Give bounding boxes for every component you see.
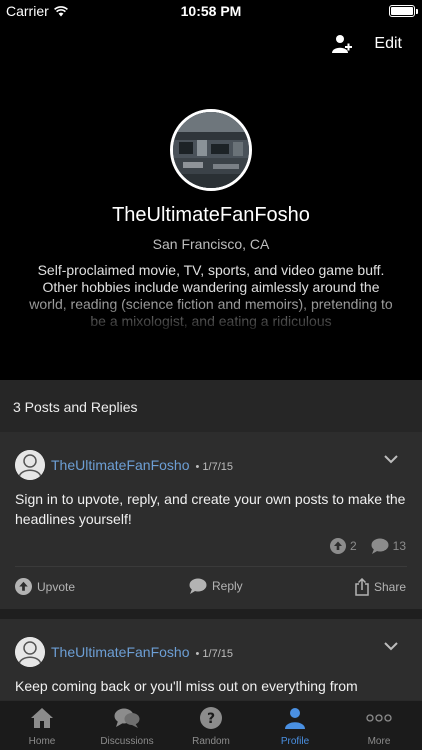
chat-bubbles-icon xyxy=(114,708,140,728)
tab-more[interactable]: More xyxy=(337,701,421,750)
tab-profile-label: Profile xyxy=(280,736,310,747)
avatar[interactable] xyxy=(15,450,45,480)
reply-icon xyxy=(189,578,207,594)
tab-discussions[interactable]: Discussions xyxy=(85,701,169,750)
posts-count-label: 3 Posts and Replies xyxy=(13,399,138,415)
home-icon xyxy=(31,708,53,728)
profile-location: San Francisco, CA xyxy=(152,236,270,252)
default-avatar-icon xyxy=(15,637,45,667)
upvote-count: 2 xyxy=(349,539,357,553)
avatar[interactable] xyxy=(15,637,45,667)
tab-home-label: Home xyxy=(28,736,56,747)
post-author-link[interactable]: TheUltimateFanFosho xyxy=(51,644,190,660)
share-label: Share xyxy=(373,580,406,594)
divider xyxy=(15,566,407,567)
edit-button[interactable]: Edit xyxy=(374,35,402,53)
tab-random[interactable]: ? Random xyxy=(169,701,253,750)
question-icon: ? xyxy=(200,707,222,729)
share-button[interactable]: Share xyxy=(355,578,406,596)
post-stats: 2 13 xyxy=(329,538,406,554)
tab-discussions-label: Discussions xyxy=(100,736,154,747)
post-header: TheUltimateFanFosho • 1/7/15 xyxy=(15,637,233,667)
comment-count: 13 xyxy=(392,539,406,553)
profile-header: Edit TheUltimateFanFosho San Francisco, … xyxy=(0,22,422,380)
post-card[interactable]: TheUltimateFanFosho • 1/7/15 Sign in to … xyxy=(0,432,422,609)
upvote-button[interactable]: Upvote xyxy=(15,578,75,595)
chevron-down-icon[interactable] xyxy=(384,641,398,651)
profile-bio: Self-proclaimed movie, TV, sports, and v… xyxy=(29,262,393,329)
upvote-count-icon xyxy=(329,538,346,554)
svg-text:?: ? xyxy=(207,711,215,727)
profile-photo xyxy=(173,112,249,188)
comment-count-icon xyxy=(371,538,389,554)
share-icon xyxy=(355,578,369,596)
add-user-icon[interactable] xyxy=(332,34,353,54)
post-date: • 1/7/15 xyxy=(195,461,234,473)
profile-avatar[interactable] xyxy=(170,109,252,191)
post-author-link[interactable]: TheUltimateFanFosho xyxy=(51,457,190,473)
reply-button[interactable]: Reply xyxy=(189,578,243,594)
upvote-icon xyxy=(15,578,32,595)
clock: 10:58 PM xyxy=(180,3,242,19)
profile-username: TheUltimateFanFosho xyxy=(112,204,310,226)
ellipsis-icon xyxy=(366,714,392,722)
upvote-label: Upvote xyxy=(37,579,76,594)
post-text: Sign in to upvote, reply, and create you… xyxy=(15,491,406,527)
person-icon xyxy=(285,708,305,729)
top-actions: Edit xyxy=(332,34,402,54)
status-bar: Carrier 10:58 PM xyxy=(0,0,422,22)
tab-home[interactable]: Home xyxy=(0,701,84,750)
chevron-down-icon[interactable] xyxy=(384,454,398,464)
tab-random-label: Random xyxy=(192,736,230,747)
post-text: Keep coming back or you'll miss out on e… xyxy=(15,678,358,694)
tab-bar: Home Discussions ? Random Profile More xyxy=(0,700,422,750)
post-header: TheUltimateFanFosho • 1/7/15 xyxy=(15,450,233,480)
default-avatar-icon xyxy=(15,450,45,480)
post-actions: Upvote Reply Share xyxy=(0,578,422,600)
tab-profile[interactable]: Profile xyxy=(253,701,337,750)
tab-more-label: More xyxy=(367,736,391,747)
post-date: • 1/7/15 xyxy=(195,648,234,660)
reply-label: Reply xyxy=(212,579,243,593)
battery-icon xyxy=(389,5,418,17)
posts-count-header: 3 Posts and Replies xyxy=(0,380,422,432)
